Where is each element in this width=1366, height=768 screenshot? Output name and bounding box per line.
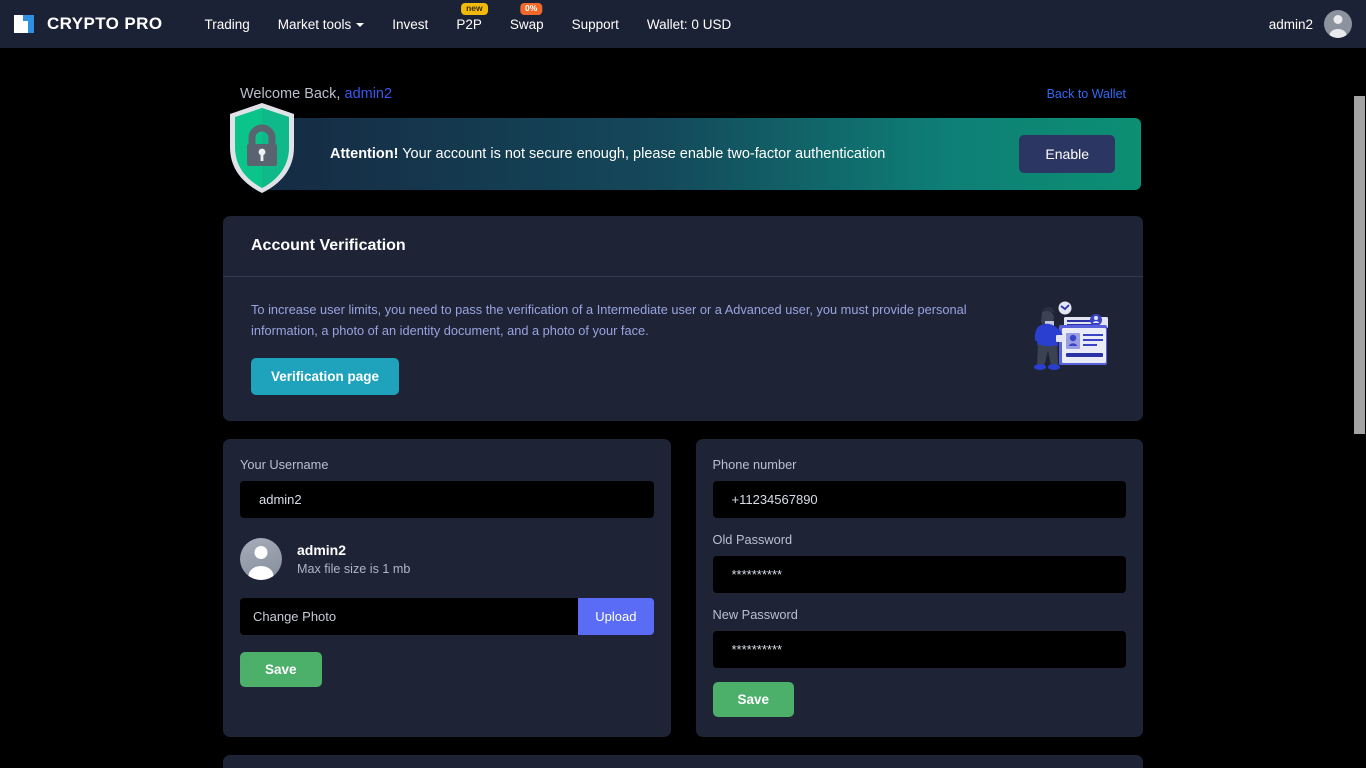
- nav-username: admin2: [1268, 16, 1313, 32]
- phone-number-input[interactable]: [712, 481, 1126, 519]
- profile-row: admin2 Max file size is 1 mb: [240, 538, 654, 581]
- enable-2fa-button[interactable]: Enable: [1019, 135, 1115, 173]
- personal-information-card: Personal Information Your Name Current e…: [223, 755, 1143, 768]
- nav-item-label: Trading: [204, 16, 250, 32]
- crypto-pro-logo-icon: [12, 11, 36, 37]
- two-factor-alert: Attention! Your account is not secure en…: [225, 103, 1141, 193]
- nav-item-label: Invest: [392, 16, 429, 32]
- shield-lock-icon: [225, 100, 299, 196]
- account-verification-body: To increase user limits, you need to pas…: [223, 277, 1143, 421]
- profile-name: admin2: [297, 541, 347, 558]
- settings-form-row: Your Username admin2 Max file size is 1 …: [223, 439, 1143, 738]
- nav-item-swap[interactable]: 0% Swap: [509, 2, 544, 32]
- account-verification-title: Account Verification: [223, 216, 1143, 277]
- page-scrollbar[interactable]: [1353, 48, 1366, 768]
- change-photo-row: Upload: [240, 598, 654, 636]
- nav-item-label: P2P: [456, 16, 482, 32]
- nav-item-label: Support: [571, 16, 619, 32]
- phone-number-label: Phone number: [712, 457, 797, 473]
- new-password-input[interactable]: [712, 631, 1126, 669]
- nav-user-menu[interactable]: admin2: [1269, 10, 1352, 38]
- username-input[interactable]: [240, 481, 654, 519]
- nav-links: Trading Market tools Invest new P2P 0% S…: [204, 2, 731, 32]
- welcome-row: Welcome Back, admin2 Back to Wallet: [223, 86, 1143, 102]
- username-label: Your Username: [240, 457, 329, 473]
- nav-item-label: Wallet: 0 USD: [646, 16, 732, 32]
- alert-body: Your account is not secure enough, pleas…: [398, 146, 886, 162]
- save-username-button[interactable]: Save: [240, 652, 322, 688]
- account-verification-description: To increase user limits, you need to pas…: [251, 302, 967, 339]
- nav-item-label: Swap: [509, 16, 544, 32]
- brand-name: CRYPTO PRO: [47, 14, 163, 33]
- nav-item-market-tools[interactable]: Market tools: [278, 17, 365, 32]
- user-avatar-icon[interactable]: [1324, 10, 1352, 38]
- nav-item-label: Market tools: [277, 16, 352, 32]
- username-card: Your Username admin2 Max file size is 1 …: [223, 439, 671, 738]
- change-photo-input[interactable]: [240, 598, 579, 636]
- personal-information-title: Personal Information: [223, 755, 1143, 768]
- old-password-input[interactable]: [712, 556, 1126, 594]
- nav-item-wallet[interactable]: Wallet: 0 USD: [647, 17, 731, 32]
- alert-strong: Attention!: [330, 146, 399, 162]
- security-card: Phone number Old Password New Password S…: [695, 439, 1143, 738]
- nav-item-invest[interactable]: Invest: [392, 17, 428, 32]
- alert-message: Attention! Your account is not secure en…: [330, 146, 885, 162]
- nav-item-support[interactable]: Support: [572, 17, 619, 32]
- nav-item-p2p[interactable]: new P2P: [456, 2, 488, 32]
- upload-photo-button[interactable]: Upload: [578, 598, 654, 636]
- page-body: Welcome Back, admin2 Back to Wallet Atte…: [0, 48, 1366, 768]
- nav-badge-new: new: [461, 2, 488, 15]
- nav-item-trading[interactable]: Trading: [204, 17, 249, 32]
- user-avatar-icon: [240, 538, 282, 581]
- save-security-button[interactable]: Save: [712, 682, 795, 718]
- scrollbar-thumb[interactable]: [1354, 96, 1365, 434]
- verification-page-button[interactable]: Verification page: [251, 358, 400, 396]
- welcome-username: admin2: [344, 86, 393, 102]
- identity-verification-illustration: [1020, 289, 1115, 381]
- alert-bar: Attention! Your account is not secure en…: [262, 118, 1141, 190]
- nav-badge-percent: 0%: [520, 2, 543, 15]
- top-navbar: CRYPTO PRO Trading Market tools Invest n…: [0, 0, 1366, 48]
- account-verification-card: Account Verification To increase user li…: [223, 216, 1143, 422]
- new-password-label: New Password: [712, 607, 798, 623]
- profile-meta: admin2 Max file size is 1 mb: [297, 540, 410, 579]
- chevron-down-icon: [356, 23, 365, 27]
- content-container: Welcome Back, admin2 Back to Wallet Atte…: [223, 48, 1143, 768]
- brand[interactable]: CRYPTO PRO: [12, 11, 162, 37]
- back-to-wallet-link[interactable]: Back to Wallet: [1047, 87, 1126, 101]
- profile-filesize-hint: Max file size is 1 mb: [297, 562, 411, 577]
- old-password-label: Old Password: [712, 532, 793, 548]
